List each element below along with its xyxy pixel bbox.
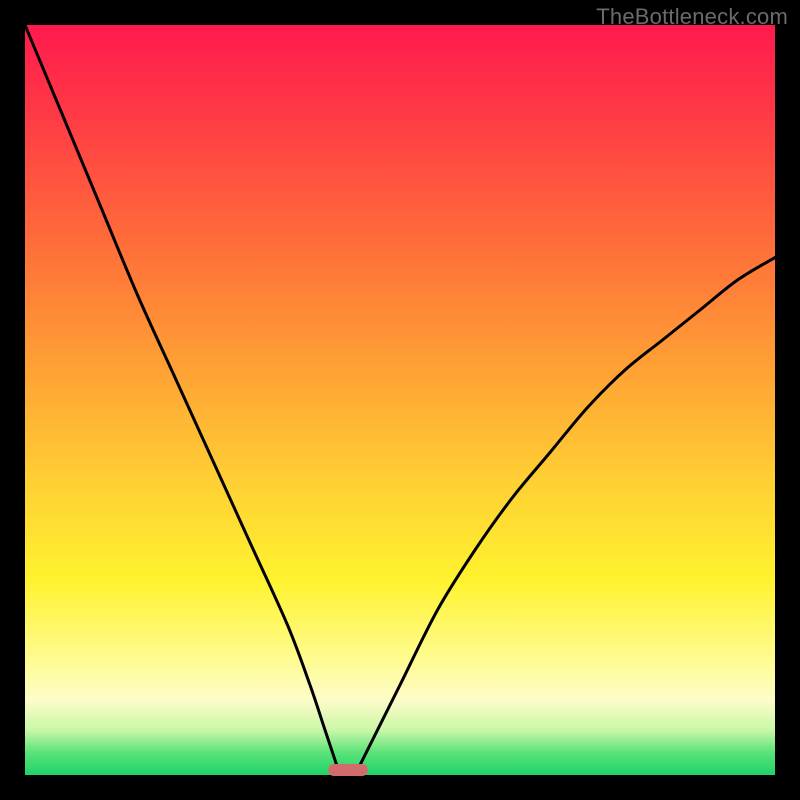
curve-right-branch	[355, 258, 775, 776]
chart-frame: TheBottleneck.com	[0, 0, 800, 800]
chart-curves-svg	[25, 25, 775, 775]
bottleneck-marker	[328, 764, 368, 776]
curve-left-branch	[25, 25, 340, 775]
chart-plot-area	[25, 25, 775, 775]
